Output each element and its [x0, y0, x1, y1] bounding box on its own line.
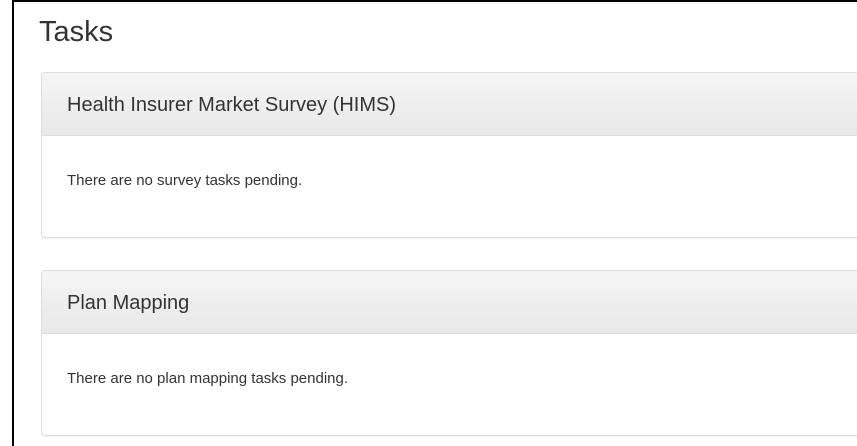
- plan-mapping-panel-body: There are no plan mapping tasks pending.: [42, 334, 857, 389]
- hims-panel-body: There are no survey tasks pending.: [42, 136, 857, 191]
- hims-panel-heading: Health Insurer Market Survey (HIMS): [42, 73, 857, 136]
- hims-panel: Health Insurer Market Survey (HIMS) Ther…: [41, 72, 857, 238]
- plan-mapping-empty-message: There are no plan mapping tasks pending.: [67, 370, 349, 387]
- tasks-frame: Tasks Health Insurer Market Survey (HIMS…: [12, 0, 857, 446]
- plan-mapping-panel-heading: Plan Mapping: [42, 271, 857, 334]
- hims-empty-message: There are no survey tasks pending.: [67, 172, 303, 189]
- page-title: Tasks: [39, 16, 114, 48]
- plan-mapping-panel: Plan Mapping There are no plan mapping t…: [41, 270, 857, 436]
